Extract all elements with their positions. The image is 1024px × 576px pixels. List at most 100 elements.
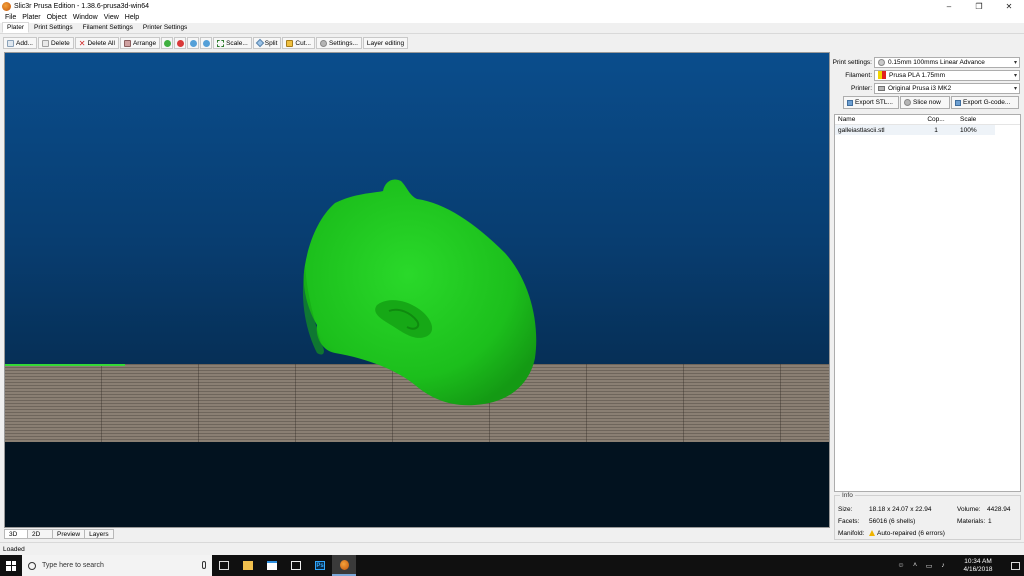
filament-color-swatch-2[interactable] [882,71,886,79]
3d-viewport[interactable] [4,52,830,528]
chevron-up-icon[interactable]: ˄ [908,562,922,569]
windows-logo-icon [6,560,16,571]
materials-label: Materials: [957,518,986,525]
maximize-button[interactable]: ❐ [964,0,994,12]
facets-label: Facets: [838,518,860,525]
delete-file-icon [41,39,49,47]
rotate-left-button[interactable] [187,37,200,49]
export-icon [847,99,853,106]
menu-plater[interactable]: Plater [19,14,43,21]
mail-icon [291,561,301,570]
export-gcode-button[interactable]: Export G-code... [951,96,1019,109]
view-tabs: 3D 2D Preview Layers [4,529,114,539]
minimize-button[interactable]: – [934,0,964,12]
scale-icon [217,39,225,47]
slic3r-taskbar-button[interactable] [332,555,356,576]
filament-label: Filament: [845,71,872,79]
task-view-button[interactable] [212,555,236,576]
menu-file[interactable]: File [2,14,19,21]
settings-button[interactable]: Settings... [315,37,362,49]
slice-now-button[interactable]: Slice now [900,96,950,109]
chevron-down-icon: ▾ [1013,72,1017,79]
decrease-copies-button[interactable] [174,37,187,49]
taskbar-search-box[interactable]: Type here to search [22,555,212,576]
menu-view[interactable]: View [101,14,122,21]
print-profile-icon [878,58,885,66]
head-model-shape [303,179,537,406]
table-row[interactable]: galleiastlascii.stl 1 100% [835,125,995,135]
size-label: Size: [838,506,853,513]
tab-filament-settings[interactable]: Filament Settings [78,22,138,33]
arrange-button-label: Arrange [132,39,157,47]
arrange-button[interactable]: Arrange [119,37,161,49]
chevron-down-icon: ▾ [1013,59,1017,66]
delete-button[interactable]: Delete [37,37,74,49]
close-button[interactable]: ✕ [994,0,1024,12]
object-list[interactable]: Name Cop... Scale galleiastlascii.stl 1 … [834,114,1021,492]
delete-all-button-label: Delete All [87,39,115,47]
mail-button[interactable] [284,555,308,576]
minus-icon [176,39,184,47]
layer-editing-button[interactable]: Layer editing [362,37,409,49]
menu-window[interactable]: Window [70,14,101,21]
slic3r-logo-icon [2,1,11,11]
view-tab-2d[interactable]: 2D [27,529,53,539]
store-icon [267,561,277,570]
printer-value: Original Prusa i3 MK2 [888,84,952,92]
tab-plater[interactable]: Plater [2,22,29,33]
tab-print-settings[interactable]: Print Settings [29,22,78,33]
export-stl-button[interactable]: Export STL... [843,96,899,109]
manifold-status: Auto-repaired (6 errors) [869,530,945,537]
print-settings-select[interactable]: 0.15mm 100mms Linear Advance ▾ [874,56,1020,68]
plus-icon [163,39,171,47]
column-scale[interactable]: Scale [957,116,995,123]
filament-select[interactable]: Prusa PLA 1.75mm ▾ [874,69,1020,81]
view-tab-preview[interactable]: Preview [52,529,86,539]
scale-button[interactable]: Scale... [213,37,252,49]
object-scale: 100% [960,126,977,134]
people-icon[interactable]: ☺ [894,562,908,569]
split-button[interactable]: Split [252,37,282,49]
file-explorer-button[interactable] [236,555,260,576]
volume-icon[interactable]: ♪ [936,562,950,569]
action-center-button[interactable] [1006,555,1024,576]
export-icon [955,99,961,106]
store-button[interactable] [260,555,284,576]
column-name[interactable]: Name [835,116,915,123]
menu-help[interactable]: Help [122,14,142,21]
photoshop-icon: Ps [315,561,325,570]
view-tab-3d[interactable]: 3D [4,529,28,539]
volume-value: 4428.94 [987,506,1011,513]
filament-value: Prusa PLA 1.75mm [889,71,945,79]
increase-copies-button[interactable] [161,37,174,49]
taskbar-clock[interactable]: 10:34 AM 4/16/2018 [954,558,1002,574]
status-text: Loaded [3,545,25,553]
start-button[interactable] [0,555,22,576]
column-copies[interactable]: Cop... [915,116,957,123]
plater-toolbar: Add... Delete ✕ Delete All Arrange Scale.… [0,35,1024,51]
rotate-right-button[interactable] [200,37,213,49]
main-tabs: Plater Print Settings Filament Settings … [0,22,1024,34]
search-placeholder: Type here to search [42,562,104,569]
size-value: 18.18 x 24.07 x 22.94 [869,506,932,513]
printer-label: Printer: [851,84,872,92]
microphone-icon[interactable] [202,561,206,569]
delete-all-button[interactable]: ✕ Delete All [74,37,119,49]
clock-date: 4/16/2018 [963,565,993,573]
add-button[interactable]: Add... [3,37,37,49]
system-tray: ☺ ˄ ▭ ♪ 10:34 AM 4/16/2018 [894,555,1024,576]
photoshop-button[interactable]: Ps [308,555,332,576]
view-tab-layers[interactable]: Layers [84,529,114,539]
window-controls: – ❐ ✕ [934,0,1024,12]
menu-object[interactable]: Object [44,14,70,21]
printer-select[interactable]: Original Prusa i3 MK2 ▾ [874,82,1020,94]
delete-button-label: Delete [50,39,70,47]
cut-button[interactable]: Cut... [282,37,315,49]
materials-value: 1 [988,518,992,525]
network-icon[interactable]: ▭ [922,562,936,570]
add-button-label: Add... [16,39,33,47]
head-model[interactable] [5,53,830,528]
tab-printer-settings[interactable]: Printer Settings [138,22,192,33]
slice-icon [904,99,911,106]
printer-row: Printer: Original Prusa i3 MK2 ▾ [832,82,1022,94]
